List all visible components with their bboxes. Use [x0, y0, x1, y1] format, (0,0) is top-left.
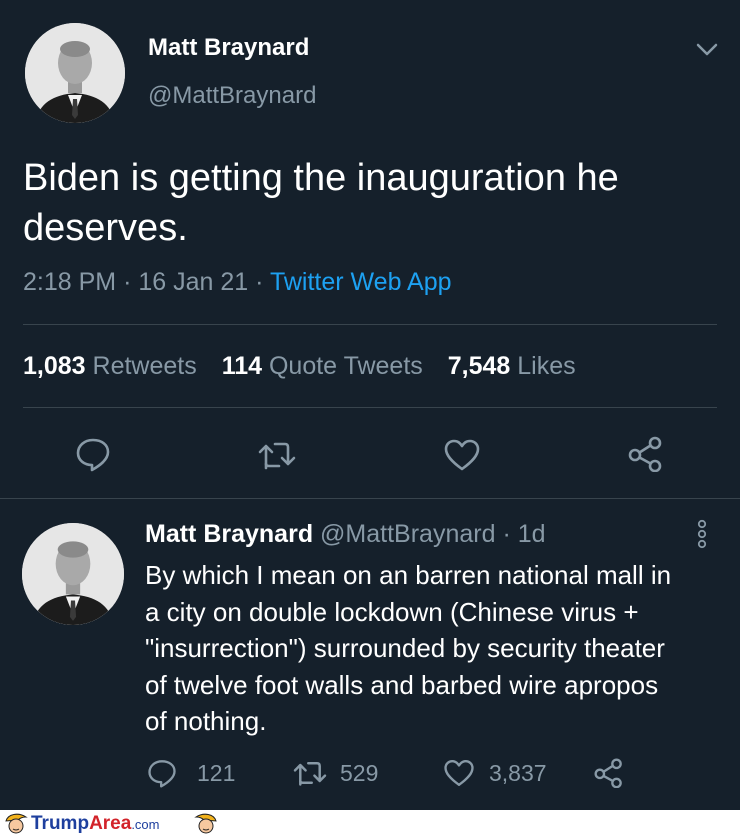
- avatar-photo: [25, 23, 125, 123]
- meta-separator: ·: [255, 268, 264, 296]
- chevron-down-icon: [696, 43, 718, 56]
- heart-icon: [444, 760, 474, 786]
- reply-age[interactable]: 1d: [518, 520, 546, 548]
- author-handle[interactable]: @MattBraynard: [148, 82, 316, 110]
- reply-author-avatar[interactable]: [22, 523, 124, 625]
- quotes-count: 114: [221, 352, 263, 380]
- reply-author-name[interactable]: Matt Braynard: [145, 520, 313, 548]
- likes-label: Likes: [517, 352, 576, 380]
- share-icon: [594, 758, 622, 789]
- reply-menu-button[interactable]: [694, 518, 710, 550]
- share-icon: [628, 436, 662, 472]
- retweets-label: Retweets: [92, 352, 197, 380]
- tweet-stats: 1,083 Retweets 114 Quote Tweets 7,548 Li…: [23, 352, 576, 381]
- brand-tld: .com: [131, 817, 160, 832]
- reply-header: Matt Braynard @MattBraynard · 1d: [145, 520, 546, 549]
- meta-separator: ·: [502, 520, 511, 548]
- more-vertical-icon: [697, 519, 707, 549]
- reply-retweet-button[interactable]: 529: [292, 758, 378, 788]
- reply-share-button[interactable]: [593, 758, 625, 793]
- tweet-menu-button[interactable]: [694, 38, 720, 60]
- brand-trump: Trump: [31, 813, 90, 834]
- reply-like-button[interactable]: 3,837: [443, 758, 547, 788]
- tweet-source-link[interactable]: Twitter Web App: [270, 268, 452, 296]
- reply-count: 121: [197, 759, 236, 786]
- author-name[interactable]: Matt Braynard: [148, 34, 309, 62]
- quotes-stat[interactable]: 114 Quote Tweets: [222, 352, 430, 380]
- reply-like-count: 3,837: [489, 759, 547, 786]
- watermark-brand: TrumpArea.com: [31, 813, 159, 835]
- retweet-icon: [293, 762, 327, 786]
- reply-text-line: a city on double lockdown (Chinese virus…: [145, 596, 639, 627]
- quotes-label: Quote Tweets: [268, 352, 423, 380]
- reply-text: By which I mean on an barren national ma…: [145, 557, 671, 740]
- divider: [23, 324, 717, 325]
- reply-author-handle[interactable]: @MattBraynard: [320, 520, 495, 548]
- reply-text-line: "insurrection") surrounded by security t…: [145, 633, 665, 663]
- author-avatar[interactable]: [25, 23, 125, 123]
- reply-text-line: By which I mean on an barren national ma…: [145, 560, 672, 590]
- tweet-time[interactable]: 2:18 PM: [23, 268, 116, 296]
- reply-icon: [76, 438, 110, 472]
- tweet-text-line: Biden is getting the inauguration he: [23, 157, 619, 199]
- likes-stat[interactable]: 7,548 Likes: [448, 352, 576, 380]
- watermark-bar: TrumpArea.com: [0, 810, 740, 837]
- reply-reply-button[interactable]: 121: [147, 758, 235, 788]
- retweet-icon: [258, 442, 296, 470]
- tweet-text: Biden is getting the inauguration he des…: [23, 153, 619, 253]
- reply-button[interactable]: [75, 436, 111, 472]
- meta-separator: ·: [123, 268, 132, 296]
- likes-count: 7,548: [447, 352, 511, 380]
- like-button[interactable]: [443, 438, 481, 472]
- reply-icon: [148, 760, 176, 788]
- retweets-count: 1,083: [23, 352, 86, 380]
- trump-caricature-icon: [5, 813, 28, 834]
- tweet-meta: 2:18 PM · 16 Jan 21 · Twitter Web App: [23, 268, 452, 297]
- heart-icon: [444, 439, 480, 471]
- retweets-stat[interactable]: 1,083 Retweets: [23, 352, 204, 380]
- trump-caricature-icon: [194, 813, 217, 834]
- divider: [23, 407, 717, 408]
- tweet-date[interactable]: 16 Jan 21: [138, 268, 248, 296]
- reply-text-line: of twelve foot walls and barbed wire apr…: [145, 669, 659, 700]
- retweet-button[interactable]: [257, 438, 297, 472]
- brand-area: Area: [89, 813, 132, 834]
- share-button[interactable]: [627, 436, 665, 472]
- divider: [0, 498, 740, 499]
- reply-retweet-count: 529: [340, 759, 379, 786]
- avatar-photo: [22, 523, 124, 625]
- tweet-text-line: deserves.: [23, 207, 188, 249]
- reply-text-line: of nothing.: [145, 706, 267, 736]
